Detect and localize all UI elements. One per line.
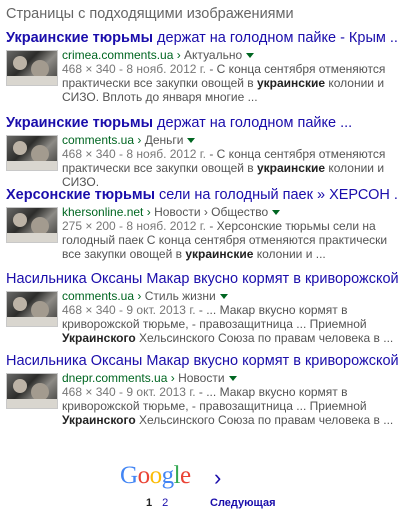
snippet-bold: украинские — [185, 247, 254, 261]
next-page-link[interactable]: Следующая — [210, 497, 275, 509]
result-url-domain: comments.ua — [62, 289, 135, 303]
result-card: Насильника Оксаны Макар вкусно кормят в … — [6, 352, 398, 427]
snippet-text: Хельсинского Союза по правам человека в … — [135, 331, 394, 345]
page-2-link[interactable]: 2 — [162, 497, 168, 509]
result-thumbnail[interactable] — [6, 207, 58, 243]
result-title-link[interactable]: Насильника Оксаны Макар вкусно кормят в … — [6, 352, 398, 370]
result-title-link[interactable]: Украинские тюрьмы держат на голодном пай… — [6, 29, 398, 47]
result-meta: 468 × 340 - 9 окт. 2013 г. — [62, 303, 196, 317]
result-title-link[interactable]: Украинские тюрьмы держат на голодном пай… — [6, 114, 398, 132]
logo-letter: o — [149, 462, 163, 489]
result-meta: 468 × 340 - 8 нояб. 2012 г. — [62, 62, 207, 76]
result-snippet: 275 × 200 - 8 нояб. 2012 г. - Херсонские… — [62, 219, 398, 261]
result-url-crumb: Актуально — [184, 48, 243, 62]
next-arrow-icon[interactable]: › — [214, 465, 221, 491]
result-title-link[interactable]: Херсонские тюрьмы сели на голодный паек … — [6, 186, 398, 204]
result-card: Украинские тюрьмы держат на голодном пай… — [6, 114, 398, 189]
result-title-link[interactable]: Насильника Оксаны Макар вкусно кормят в … — [6, 270, 398, 288]
result-title-text: Насильника Оксаны Макар вкусно кормят в … — [6, 353, 398, 369]
result-url-crumb: Новости › Общество — [154, 205, 269, 219]
result-meta: 275 × 200 - 8 нояб. 2012 г. — [62, 219, 207, 233]
dropdown-caret-icon[interactable] — [187, 138, 196, 144]
logo-letter: o — [137, 462, 151, 489]
result-url[interactable]: comments.ua › Стиль жизни — [62, 289, 398, 303]
result-title-text: держат на голодном пайке ... — [153, 115, 353, 131]
page-current: 1 — [146, 497, 153, 509]
result-url-domain: crimea.comments.ua — [62, 48, 174, 62]
page-numbers: 12 — [146, 497, 168, 509]
dropdown-caret-icon[interactable] — [219, 294, 228, 300]
result-title-bold: Украинские тюрьмы — [6, 115, 154, 131]
logo-letter: G — [120, 462, 138, 489]
result-url[interactable]: dnepr.comments.ua › Новости — [62, 371, 398, 385]
snippet-bold: украинские — [256, 161, 326, 175]
logo-letter: e — [180, 462, 191, 489]
result-meta: 468 × 340 - 8 нояб. 2012 г. — [62, 147, 207, 161]
result-thumbnail[interactable] — [6, 50, 58, 86]
snippet-bold: Украинского — [62, 331, 136, 345]
section-heading: Страницы с подходящими изображениями — [6, 6, 294, 22]
google-logo[interactable]: Google — [120, 462, 191, 490]
result-title-bold: Украинские тюрьмы — [6, 30, 154, 46]
result-snippet: 468 × 340 - 9 окт. 2013 г. - ... Макар в… — [62, 303, 398, 345]
snippet-text: Хельсинского Союза по правам человека в … — [135, 413, 394, 427]
result-title-text: сели на голодный паек » ХЕРСОН ... — [154, 187, 398, 203]
result-thumbnail[interactable] — [6, 373, 58, 409]
result-title-text: держат на голодном пайке - Крым ... — [153, 30, 398, 46]
dropdown-caret-icon[interactable] — [228, 376, 237, 382]
result-url[interactable]: crimea.comments.ua › Актуально — [62, 48, 398, 62]
snippet-bold: Украинского — [62, 413, 136, 427]
result-thumbnail[interactable] — [6, 291, 58, 327]
result-meta: 468 × 340 - 9 окт. 2013 г. — [62, 385, 196, 399]
result-url-crumb: Деньги — [144, 133, 184, 147]
result-title-bold: Херсонские тюрьмы — [6, 187, 155, 203]
result-url[interactable]: comments.ua › Деньги — [62, 133, 398, 147]
result-url-crumb: Стиль жизни — [144, 289, 216, 303]
result-card: Насильника Оксаны Макар вкусно кормят в … — [6, 270, 398, 345]
result-card: Украинские тюрьмы держат на голодном пай… — [6, 29, 398, 104]
result-url[interactable]: khersonline.net › Новости › Общество — [62, 205, 398, 219]
result-snippet: 468 × 340 - 9 окт. 2013 г. - ... Макар в… — [62, 385, 398, 427]
result-url-domain: khersonline.net — [62, 205, 144, 219]
logo-letter: g — [161, 462, 175, 489]
result-thumbnail[interactable] — [6, 135, 58, 171]
result-snippet: 468 × 340 - 8 нояб. 2012 г. - С конца се… — [62, 62, 398, 104]
result-card: Херсонские тюрьмы сели на голодный паек … — [6, 186, 398, 261]
result-url-crumb: Новости — [178, 371, 225, 385]
result-url-domain: dnepr.comments.ua — [62, 371, 168, 385]
result-snippet: 468 × 340 - 8 нояб. 2012 г. - С конца се… — [62, 147, 398, 189]
result-url-domain: comments.ua — [62, 133, 135, 147]
dropdown-caret-icon[interactable] — [272, 210, 281, 216]
result-title-text: Насильника Оксаны Макар вкусно кормят в … — [6, 271, 398, 287]
snippet-text: колонии и ... — [253, 247, 326, 261]
snippet-bold: украинские — [256, 76, 326, 90]
pagination: Google › 12 Следующая — [0, 462, 400, 515]
dropdown-caret-icon[interactable] — [246, 53, 255, 59]
